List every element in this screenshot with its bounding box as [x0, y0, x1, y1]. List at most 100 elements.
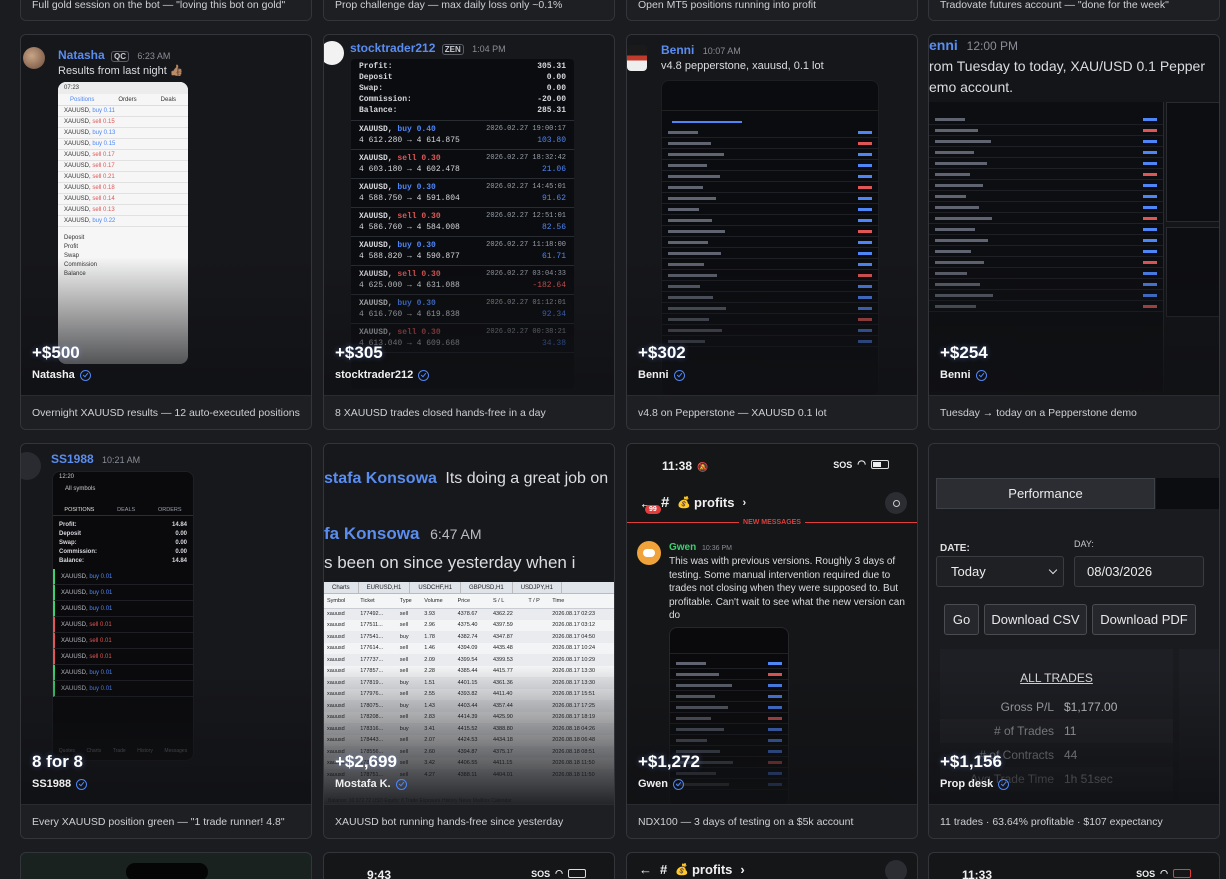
go-button[interactable]: Go — [944, 604, 979, 635]
card-mostafa[interactable]: stafa Konsowa Its doing a great job on f… — [323, 443, 615, 839]
profit-amount: +$254 — [940, 343, 988, 362]
blurred-row — [929, 114, 1163, 125]
trade-side: buy 0.01 — [89, 605, 113, 612]
table-cell: sell — [399, 737, 409, 744]
profit-amount: +$1,156 — [940, 752, 1002, 771]
blurred-text — [676, 683, 732, 687]
table-cell: xauusd — [327, 679, 345, 686]
trade-row: XAUUSD, buy 0.30 2026.02.27 11:18:00 4 588… — [351, 237, 574, 266]
trade-side: buy 0.40 — [397, 125, 436, 134]
table-cell: 2026.08.18 08:51 — [552, 748, 596, 755]
card-natasha[interactable]: Natasha QC 6:23 AM Results from last nig… — [20, 34, 312, 430]
date-select[interactable]: Today — [936, 556, 1064, 587]
tab-positions[interactable]: Positions — [70, 97, 94, 103]
verified-icon — [395, 778, 407, 790]
summary-value: 0.00 — [546, 73, 566, 82]
profit-amount: +$1,272 — [638, 752, 700, 771]
card-bottom-2[interactable]: 9:43 SOS ◠ — [323, 852, 615, 879]
status-icons: SOS ◠ — [1136, 868, 1191, 879]
stat-value: 44 — [1064, 748, 1078, 762]
table-cell: 2026.08.17 13:30 — [552, 679, 596, 686]
trade-symbol: XAUUSD, buy 0.11 — [64, 108, 115, 114]
trade-side: sell 0.30 — [397, 328, 441, 337]
trade-symbol: XAUUSD, buy 0.01 — [61, 605, 113, 612]
trade-row: XAUUSD, buy 0.40 2026.02.27 19:00:17 4 612… — [351, 121, 574, 150]
table-cell: 4434.18 — [492, 737, 513, 744]
blurred-row — [670, 702, 788, 713]
card-top-1[interactable]: Full gold session on the bot — "loving t… — [20, 0, 312, 21]
blurred-row — [662, 248, 878, 259]
table-cell: xauusd — [327, 691, 345, 698]
trade-row: XAUUSD, buy 0.22 — [58, 216, 188, 227]
table-cell — [525, 712, 549, 724]
tab-orders[interactable]: Orders — [118, 97, 136, 103]
tab-positions[interactable]: POSITIONS — [64, 507, 94, 513]
phone-screenshot: 07:23 Positions Orders Deals XAUUSD, buy… — [58, 82, 188, 364]
blurred-row — [662, 237, 878, 248]
card-bottom-1[interactable] — [20, 852, 312, 879]
tab-deals[interactable]: Deals — [161, 97, 176, 103]
trade-row: XAUUSD, sell 0.30 2026.02.27 18:32:42 4 60… — [351, 150, 574, 179]
day-input[interactable]: 08/03/2026 — [1074, 556, 1204, 587]
stat-value: $1,177.00 — [1064, 700, 1118, 714]
table-cell — [525, 608, 549, 620]
trading-terminal: Charts EURUSD,H1 USDCHF,H1 GBPUSD,H1 USDJPY,… — [324, 582, 614, 806]
summary-row: Deposit 0.00 — [351, 72, 574, 83]
table-row: xauusd 177976... sell 2.55 4393.82 4411.40 202… — [324, 688, 614, 700]
blurred-row — [929, 246, 1163, 257]
blurred-value — [1143, 150, 1157, 154]
search-icon[interactable] — [885, 860, 907, 879]
trade-prices: 4 625.000 → 4 631.088 -182.64 — [359, 280, 566, 291]
stat-value: 11 — [1064, 724, 1077, 738]
trade-list — [929, 102, 1163, 312]
trade-side: sell 0.01 — [89, 637, 112, 644]
search-icon[interactable] — [885, 492, 907, 514]
trade-row: XAUUSD, sell 0.14 — [58, 194, 188, 205]
table-cell: 4404.01 — [492, 771, 513, 778]
trade-head: XAUUSD, sell 0.30 2026.02.27 12:51:01 — [359, 211, 566, 222]
card-bottom-3[interactable]: ← # 💰 profits › — [626, 852, 918, 879]
blurred-row — [929, 301, 1163, 312]
back-arrow-icon[interactable]: ← — [639, 862, 652, 877]
table-cell: 4361.36 — [492, 679, 513, 686]
message-time: 6:23 AM — [137, 51, 171, 61]
blurred-text — [935, 271, 967, 275]
card-bottom-4[interactable]: 11:33 SOS ◠ — [928, 852, 1220, 879]
table-cell: 2.96 — [424, 622, 435, 629]
trade-prices: 4 613.040 → 4 609.668 34.38 — [359, 338, 566, 349]
blurred-value — [858, 317, 872, 321]
table-cell: buy — [399, 702, 409, 709]
tab-deals[interactable]: DEALS — [117, 507, 135, 513]
summary-label: Commission: — [59, 548, 98, 555]
table-cell: sell — [399, 714, 409, 721]
summary-value: 0.00 — [175, 548, 187, 555]
card-benni-2[interactable]: enni 12:00 PM rom Tuesday to today, XAU/… — [928, 34, 1220, 430]
table-cell: 177976... — [360, 691, 384, 698]
card-prop-desk[interactable]: Performance DATE: DAY: Today 08/03/2026 … — [928, 443, 1220, 839]
card-benni-1[interactable]: Benni 10:07 AM v4.8 pepperstone, xauusd,… — [626, 34, 918, 430]
card-caption: 8 XAUUSD trades closed hands-free in a d… — [324, 395, 614, 429]
phone-screenshot: 12:20 All symbols POSITIONS DEALS ORDERS… — [52, 471, 194, 761]
summary-row: Profit: 305.31 — [351, 61, 574, 72]
download-csv-button[interactable]: Download CSV — [984, 604, 1087, 635]
trade-summary: Profit: 305.31 Deposit 0.00 Swap: 0.00 Commiss… — [351, 59, 574, 121]
table-row: xauusd 177492... sell 3.93 4378.67 4362.22 202… — [324, 608, 614, 620]
tab-performance[interactable]: Performance — [936, 478, 1155, 509]
download-pdf-button[interactable]: Download PDF — [1092, 604, 1196, 635]
trade-head: XAUUSD, buy 0.30 2026.02.27 14:45:01 — [359, 182, 566, 193]
tab-other[interactable] — [1156, 478, 1219, 509]
card-top-2[interactable]: Prop challenge day — max daily loss only… — [323, 0, 615, 21]
blurred-row — [662, 325, 878, 336]
blurred-value — [858, 229, 872, 233]
table-cell: 4388.80 — [492, 725, 513, 732]
table-cell: 177614... — [360, 645, 384, 652]
channel-header: ← # 💰 profits › — [639, 862, 745, 877]
tab-orders[interactable]: ORDERS — [158, 507, 182, 513]
trade-row: XAUUSD, sell 0.01 — [53, 617, 193, 633]
card-gwen[interactable]: 11:38 🔕 SOS ◠ ← # 💰 profits › 99 NEW MES… — [626, 443, 918, 839]
blurred-text — [935, 161, 987, 165]
card-top-4[interactable]: Tradovate futures account — "done for th… — [928, 0, 1220, 21]
card-ss1988[interactable]: SS1988 10:21 AM 12:20 All symbols POSITI… — [20, 443, 312, 839]
card-stocktrader[interactable]: stocktrader212 ZEN 1:04 PM Profit: 305.31… — [323, 34, 615, 430]
card-top-3[interactable]: Open MT5 positions running into profit — [626, 0, 918, 21]
